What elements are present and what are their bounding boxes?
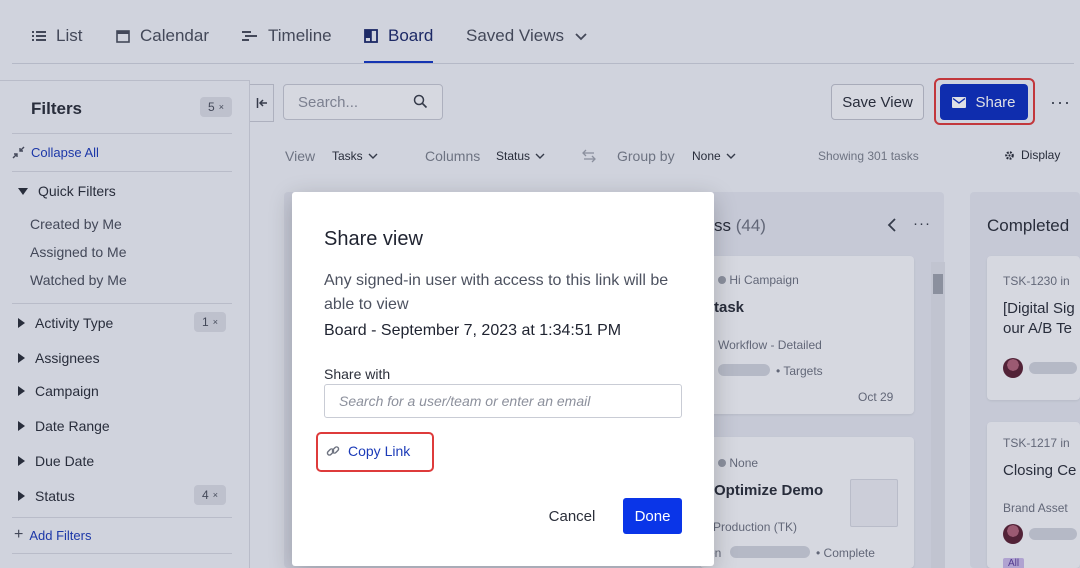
link-icon — [326, 446, 340, 456]
done-button[interactable]: Done — [623, 498, 682, 534]
share-with-input[interactable] — [324, 384, 682, 418]
modal-view-name: Board - September 7, 2023 at 1:34:51 PM — [324, 322, 622, 339]
share-with-label: Share with — [324, 366, 391, 382]
modal-title: Share view — [324, 228, 423, 250]
share-view-modal: Share view Any signed-in user with acces… — [292, 192, 714, 566]
copy-link-button[interactable]: Copy Link — [326, 443, 410, 459]
copy-link-label: Copy Link — [348, 443, 411, 459]
modal-description: Any signed-in user with access to this l… — [324, 272, 669, 313]
cancel-button[interactable]: Cancel — [536, 498, 608, 534]
